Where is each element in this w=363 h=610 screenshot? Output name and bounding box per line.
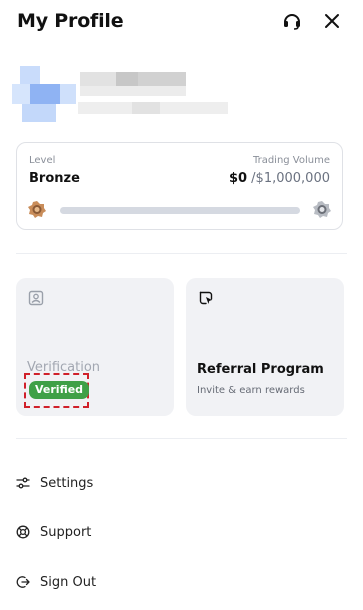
menu-item-support[interactable]: Support — [16, 521, 91, 543]
trading-volume-label: Trading Volume — [252, 155, 330, 166]
close-icon[interactable] — [321, 10, 343, 32]
divider — [16, 438, 347, 439]
avatar — [20, 66, 40, 84]
menu-item-settings[interactable]: Settings — [16, 472, 93, 494]
level-label: Level — [29, 155, 56, 166]
headset-icon[interactable] — [281, 10, 303, 32]
page-title: My Profile — [17, 10, 124, 32]
level-value: Bronze — [29, 171, 80, 186]
verification-tile[interactable]: Verification Verified — [16, 278, 174, 416]
profile-header: My Profile — [17, 8, 343, 34]
bronze-medal-icon — [27, 200, 47, 220]
tag-share-icon — [198, 290, 216, 308]
lifebuoy-icon — [16, 525, 30, 539]
sign-out-icon — [16, 575, 30, 589]
volume-target: /$1,000,000 — [247, 171, 330, 186]
volume-progress-bar — [60, 207, 300, 214]
level-card: Level Bronze Trading Volume $0 /$1,000,0… — [16, 142, 343, 230]
volume-current: $0 — [228, 171, 248, 186]
silver-medal-icon — [312, 200, 332, 220]
menu-label: Settings — [40, 475, 94, 491]
divider — [16, 253, 347, 254]
referral-program-tile[interactable]: Referral Program Invite & earn rewards — [186, 278, 344, 416]
menu-item-sign-out[interactable]: Sign Out — [16, 571, 96, 593]
verified-highlight: Verified — [24, 373, 90, 408]
header-actions — [281, 10, 343, 32]
verified-badge: Verified — [29, 381, 90, 399]
sliders-icon — [16, 476, 30, 490]
trading-volume-value: $0 /$1,000,000 — [229, 171, 330, 186]
menu-label: Support — [40, 524, 92, 540]
referral-title: Referral Program — [197, 362, 324, 377]
referral-subtitle: Invite & earn rewards — [197, 385, 305, 396]
user-identity-redacted — [12, 62, 242, 126]
menu-label: Sign Out — [40, 574, 97, 590]
id-card-icon — [28, 290, 46, 308]
